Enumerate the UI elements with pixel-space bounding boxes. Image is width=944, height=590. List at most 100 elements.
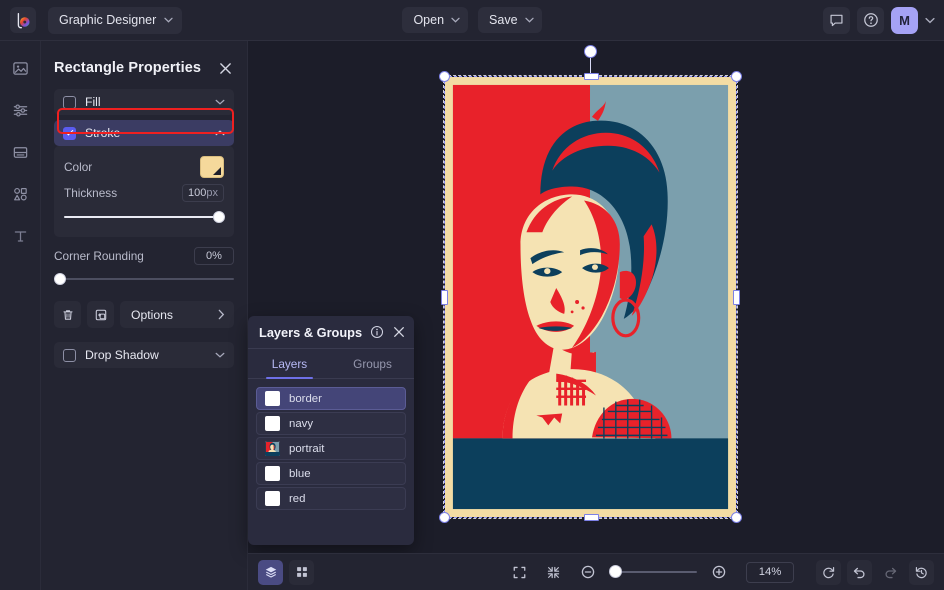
fit-screen-icon: [512, 565, 527, 580]
save-button[interactable]: Save: [478, 7, 542, 33]
comment-icon[interactable]: [823, 7, 850, 34]
zoom-in-button[interactable]: [706, 560, 731, 585]
zoom-out-button[interactable]: [575, 560, 600, 585]
shapes-tool[interactable]: [5, 179, 35, 209]
account-chevron-down-icon[interactable]: [925, 17, 935, 24]
layout-tool[interactable]: [5, 137, 35, 167]
corner-rounding-slider-track: [54, 278, 234, 280]
adjustments-tool[interactable]: [5, 95, 35, 125]
undo-icon: [852, 565, 867, 580]
layers-panel: Layers & Groups Layers Groups: [248, 316, 414, 545]
layers-panel-header: Layers & Groups: [248, 316, 414, 349]
resize-handle-bottom-center[interactable]: [584, 514, 599, 521]
list-item[interactable]: portrait: [256, 437, 406, 460]
stroke-thickness-row: Thickness 100px: [64, 180, 224, 206]
zoom-slider[interactable]: [609, 565, 697, 579]
fill-label: Fill: [85, 95, 215, 109]
close-icon[interactable]: [216, 59, 234, 77]
zoom-slider-track: [609, 571, 697, 573]
duplicate-button[interactable]: [87, 301, 114, 328]
zoom-in-icon: [711, 564, 727, 580]
image-icon: [12, 60, 29, 77]
fit-screen-button[interactable]: [507, 560, 532, 585]
color-swatch[interactable]: [200, 156, 224, 178]
stroke-checkbox[interactable]: [63, 127, 76, 140]
shapes-icon: [12, 186, 29, 203]
resize-handle-bottom-left[interactable]: [439, 512, 450, 523]
fill-section-row[interactable]: Fill: [54, 89, 234, 115]
list-item[interactable]: red: [256, 487, 406, 510]
drop-shadow-checkbox[interactable]: [63, 349, 76, 362]
corner-rounding-value[interactable]: 0%: [194, 247, 234, 265]
delete-button[interactable]: [54, 301, 81, 328]
chevron-down-icon: [215, 352, 225, 358]
image-tool[interactable]: [5, 53, 35, 83]
history-clock-icon: [914, 565, 929, 580]
drop-shadow-section-row[interactable]: Drop Shadow: [54, 342, 234, 368]
resize-handle-top-left[interactable]: [439, 71, 450, 82]
app-name-label: Graphic Designer: [59, 13, 156, 27]
selection-box[interactable]: [444, 76, 737, 518]
list-item[interactable]: navy: [256, 412, 406, 435]
redo-button[interactable]: [878, 560, 903, 585]
properties-header: Rectangle Properties: [54, 47, 234, 89]
resize-handle-top-right[interactable]: [731, 71, 742, 82]
tab-layers[interactable]: Layers: [248, 349, 331, 378]
resize-handle-middle-right[interactable]: [733, 290, 740, 305]
app-switcher[interactable]: Graphic Designer: [48, 7, 182, 34]
thickness-number: 100: [188, 187, 206, 199]
layers-tabs: Layers Groups: [248, 349, 414, 379]
layer-thumbnail: [265, 466, 280, 481]
undo-button[interactable]: [847, 560, 872, 585]
layout-icon: [12, 144, 29, 161]
thickness-slider[interactable]: [64, 209, 224, 225]
zoom-level-value[interactable]: 14%: [746, 562, 794, 583]
corner-rounding-slider[interactable]: [54, 271, 234, 287]
rotation-handle[interactable]: [584, 45, 597, 58]
shrink-button[interactable]: [541, 560, 566, 585]
layers-stack-icon: [264, 565, 278, 579]
info-icon[interactable]: [370, 325, 384, 339]
text-icon: [12, 228, 29, 245]
layer-name: blue: [289, 468, 311, 480]
poster-artwork[interactable]: [445, 77, 736, 517]
list-item[interactable]: blue: [256, 462, 406, 485]
layer-thumbnail: [265, 491, 280, 506]
resize-handle-top-center[interactable]: [584, 73, 599, 80]
tab-groups-label: Groups: [353, 357, 392, 371]
stroke-section-row[interactable]: Stroke: [54, 120, 234, 146]
thickness-unit: px: [206, 187, 218, 199]
drop-shadow-label: Drop Shadow: [85, 348, 215, 362]
resize-handle-bottom-right[interactable]: [731, 512, 742, 523]
corner-rounding-row: Corner Rounding 0%: [54, 244, 234, 268]
open-label: Open: [413, 13, 444, 27]
corner-rounding-slider-knob[interactable]: [54, 273, 66, 285]
thickness-value[interactable]: 100px: [182, 184, 224, 202]
list-item[interactable]: border: [256, 387, 406, 410]
layer-name: portrait: [289, 443, 324, 455]
save-label: Save: [489, 13, 518, 27]
chevron-down-icon: [164, 17, 173, 23]
thickness-slider-knob[interactable]: [213, 211, 225, 223]
fill-checkbox[interactable]: [63, 96, 76, 109]
thickness-slider-fill: [64, 216, 219, 218]
reset-button[interactable]: [816, 560, 841, 585]
zoom-slider-knob[interactable]: [609, 565, 622, 578]
chevron-down-icon: [451, 17, 460, 23]
close-icon[interactable]: [393, 326, 405, 338]
layers-panel-title: Layers & Groups: [259, 325, 370, 340]
options-button[interactable]: Options: [120, 301, 234, 328]
text-tool[interactable]: [5, 221, 35, 251]
grid-icon: [295, 565, 309, 579]
bottom-bar: 14%: [248, 553, 944, 590]
layers-toggle-button[interactable]: [258, 560, 283, 585]
history-button[interactable]: [909, 560, 934, 585]
tab-groups[interactable]: Groups: [331, 349, 414, 378]
resize-handle-middle-left[interactable]: [441, 290, 448, 305]
help-circle-icon[interactable]: [857, 7, 884, 34]
layer-name: border: [289, 393, 322, 405]
grid-toggle-button[interactable]: [289, 560, 314, 585]
open-button[interactable]: Open: [402, 7, 468, 33]
app-logo-icon[interactable]: [10, 7, 36, 33]
avatar[interactable]: M: [891, 7, 918, 34]
